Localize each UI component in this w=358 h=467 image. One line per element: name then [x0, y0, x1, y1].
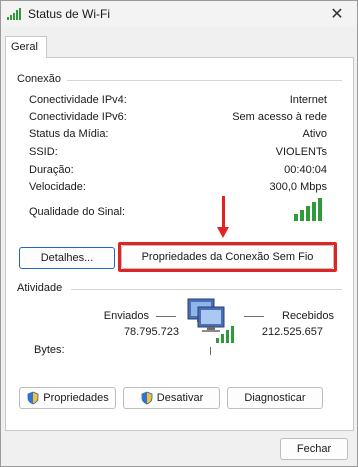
properties-button-label: Propriedades: [43, 392, 109, 404]
received-label: Recebidos: [282, 310, 334, 322]
media-status-label: Status da Mídia:: [29, 128, 109, 140]
ipv4-value: Internet: [289, 94, 327, 106]
uac-shield-icon: [141, 391, 153, 405]
sent-bytes-value: 78.795.723: [123, 326, 179, 338]
duration-label: Duração:: [29, 164, 74, 176]
activity-section-label: Atividade: [17, 282, 63, 294]
window-title: Status de Wi-Fi: [28, 7, 111, 21]
disable-button-label: Desativar: [156, 392, 204, 404]
received-bytes-value: 212.525.657: [261, 326, 323, 338]
network-stem-line: [210, 347, 211, 355]
title-bar: Status de Wi-Fi ✕: [1, 1, 357, 27]
disable-button[interactable]: Desativar: [123, 387, 220, 409]
tab-geral[interactable]: Geral: [5, 36, 47, 58]
connection-section-label: Conexão: [17, 73, 62, 85]
ipv6-value: Sem acesso à rede: [232, 111, 327, 123]
signal-quality-label: Qualidade do Sinal:: [29, 206, 126, 218]
bytes-label: Bytes:: [34, 344, 65, 356]
properties-button[interactable]: Propriedades: [19, 387, 116, 409]
sent-label: Enviados: [103, 310, 149, 322]
uac-shield-icon: [27, 391, 39, 405]
media-status-value: Ativo: [302, 128, 327, 140]
received-connector-line: [244, 316, 264, 317]
ipv6-label: Conectividade IPv6:: [29, 111, 127, 123]
network-computers-icon: [187, 298, 234, 343]
annotation-arrow-shaft: [222, 196, 225, 230]
diagnose-button[interactable]: Diagnosticar: [227, 387, 323, 409]
ssid-label: SSID:: [29, 146, 58, 158]
duration-value: 00:40:04: [284, 164, 327, 176]
speed-label: Velocidade:: [29, 181, 86, 193]
ipv4-label: Conectividade IPv4:: [29, 94, 127, 106]
close-button[interactable]: Fechar: [280, 438, 348, 460]
connection-divider: [67, 80, 342, 81]
annotation-highlight-box: [118, 242, 337, 272]
sent-connector-line: [156, 316, 176, 317]
activity-divider: [71, 289, 342, 290]
wifi-status-window: Status de Wi-Fi ✕ Geral Conexão Conectiv…: [0, 0, 358, 467]
close-window-button[interactable]: ✕: [317, 1, 357, 27]
tab-label: Geral: [11, 41, 38, 53]
ssid-value: VIOLENTs: [275, 146, 327, 158]
details-button[interactable]: Detalhes...: [19, 247, 115, 269]
annotation-arrow-head: [217, 227, 229, 238]
wifi-signal-icon: [7, 8, 21, 20]
signal-strength-icon: [294, 198, 322, 221]
speed-value: 300,0 Mbps: [269, 181, 327, 193]
